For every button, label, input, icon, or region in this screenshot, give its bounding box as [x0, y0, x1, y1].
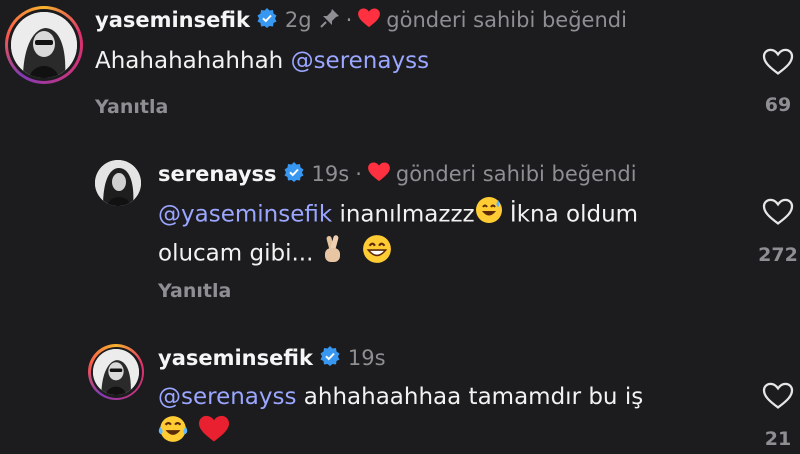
heart-outline-icon[interactable] — [762, 198, 794, 230]
comment-line-1: @yaseminsefik inanılmazzz İkna oldum — [158, 196, 718, 234]
comment-text: Ahahahahahhah @serenayss — [95, 44, 429, 78]
verified-badge-icon — [284, 162, 304, 186]
liked-by-author-label: gönderi sahibi beğendi — [395, 162, 637, 186]
username[interactable]: yaseminsefik — [95, 8, 250, 32]
comment-line-2 — [158, 414, 718, 454]
username[interactable]: serenayss — [158, 162, 277, 186]
avatar-yaseminsefik[interactable] — [5, 6, 83, 84]
like-control: 69 — [748, 48, 800, 116]
comment-text-content: ahhahaahhaa tamamdır bu iş — [303, 384, 644, 410]
comment-3: yaseminsefik 19s @serenayss ahhahaahhaa … — [0, 330, 800, 450]
grinning-sweat-emoji — [475, 196, 503, 234]
comment-line-1: @serenayss ahhahaahhaa tamamdır bu iş — [158, 380, 718, 414]
avatar-photo — [95, 160, 141, 206]
timestamp: 2g — [284, 8, 312, 32]
crossed-fingers-emoji — [321, 234, 345, 274]
timestamp: 19s — [311, 162, 350, 186]
mention-link[interactable]: @yaseminsefik — [158, 202, 332, 228]
avatar-yaseminsefik[interactable] — [88, 344, 144, 400]
like-control: 21 — [748, 382, 800, 450]
avatar-photo — [93, 349, 139, 395]
comment-text: @yaseminsefik inanılmazzz İkna oldum olu… — [158, 196, 718, 274]
comment-meta: yaseminsefik 19s — [158, 346, 386, 370]
like-count: 69 — [764, 94, 792, 116]
username[interactable]: yaseminsefik — [158, 346, 313, 370]
verified-badge-icon — [320, 346, 340, 370]
reply-button[interactable]: Yanıtla — [95, 96, 168, 118]
comment-text-content: inanılmazzz — [339, 201, 475, 228]
like-count: 272 — [758, 244, 798, 266]
heart-filled-icon — [367, 162, 390, 186]
comment-meta: serenayss 19s · gönderi sahibi beğendi — [158, 162, 637, 186]
heart-filled-icon — [358, 8, 381, 32]
red-heart-emoji — [199, 415, 230, 453]
reply-button[interactable]: Yanıtla — [158, 280, 231, 302]
like-control: 272 — [748, 198, 800, 266]
avatar-serenayss[interactable] — [95, 160, 141, 206]
heart-outline-icon[interactable] — [762, 48, 794, 80]
timestamp: 19s — [347, 346, 386, 370]
comment-2: serenayss 19s · gönderi sahibi beğendi @… — [0, 140, 800, 320]
liked-by-author-label: gönderi sahibi beğendi — [386, 8, 627, 32]
mention-link[interactable]: @serenayss — [291, 48, 429, 74]
tears-of-joy-emoji — [158, 414, 188, 454]
beaming-face-emoji — [362, 234, 392, 274]
comment-line-2: olucam gibi... — [158, 234, 718, 274]
comment-text-content: Ahahahahahhah — [95, 48, 284, 74]
comment-text: @serenayss ahhahaahhaa tamamdır bu iş — [158, 380, 718, 454]
comment-text-content-2: olucam gibi... — [158, 240, 314, 267]
avatar-photo — [11, 12, 77, 78]
separator-dot: · — [355, 162, 362, 186]
comment-text-content-b: İkna oldum — [509, 201, 639, 228]
heart-outline-icon[interactable] — [762, 382, 794, 414]
pin-icon — [319, 8, 340, 32]
separator-dot: · — [345, 8, 353, 32]
mention-link[interactable]: @serenayss — [158, 384, 296, 410]
verified-badge-icon — [257, 8, 277, 32]
comment-1: yaseminsefik 2g · gönderi sahibi beğendi… — [0, 0, 800, 130]
comment-meta: yaseminsefik 2g · gönderi sahibi beğendi — [95, 8, 627, 32]
like-count: 21 — [764, 428, 792, 450]
